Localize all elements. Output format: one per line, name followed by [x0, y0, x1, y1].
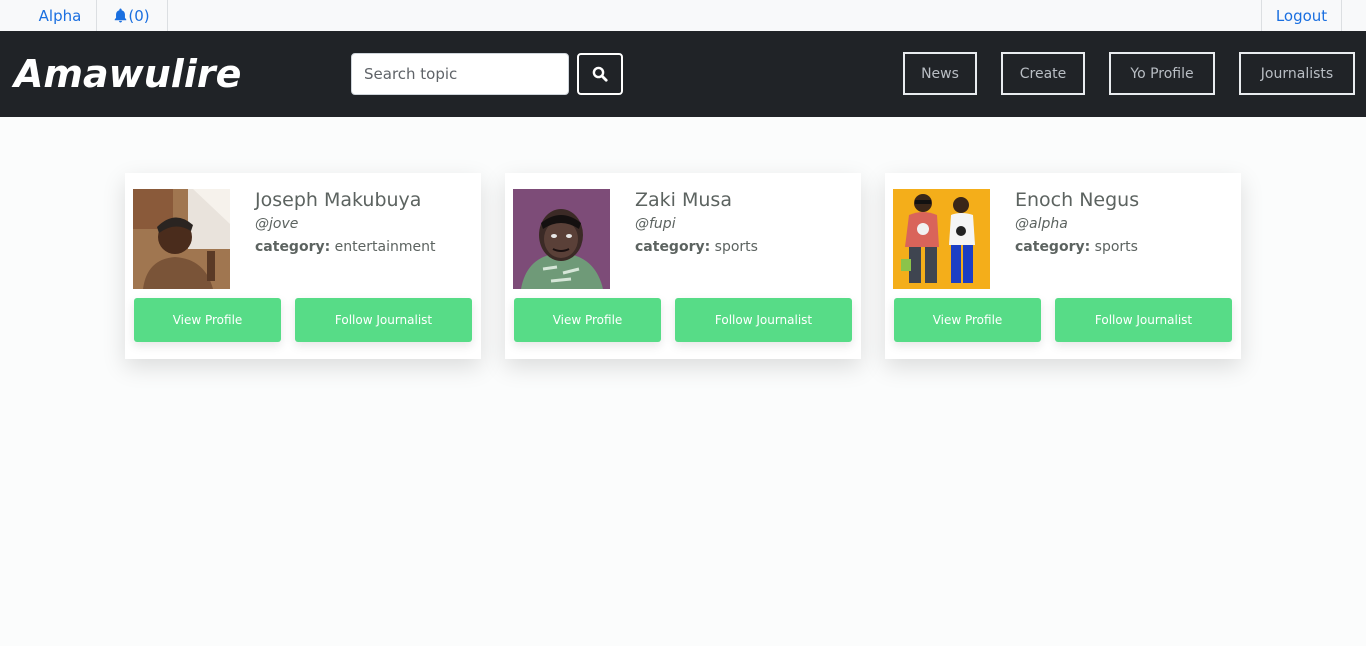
nav-create-button[interactable]: Create	[1001, 52, 1085, 95]
view-profile-button[interactable]: View Profile	[514, 298, 661, 342]
category-label: category:	[1015, 239, 1091, 255]
journalist-category: category: sports	[1015, 239, 1138, 255]
bell-icon	[115, 8, 127, 23]
journalist-name: Zaki Musa	[635, 189, 732, 211]
journalist-handle: @fupi	[635, 216, 676, 232]
follow-journalist-button[interactable]: Follow Journalist	[1055, 298, 1232, 342]
user-name: Alpha	[38, 6, 82, 25]
search-input[interactable]	[351, 53, 569, 95]
nav-news-button[interactable]: News	[903, 52, 977, 95]
journalist-name: Enoch Negus	[1015, 189, 1140, 211]
journalist-handle: @jove	[255, 216, 299, 232]
journalist-avatar	[513, 189, 610, 289]
journalist-card: Enoch Negus @alpha category: sports View…	[885, 173, 1241, 359]
journalist-handle: @alpha	[1015, 216, 1068, 232]
category-value: sports	[714, 239, 758, 255]
logout-link[interactable]: Logout	[1261, 0, 1342, 31]
view-profile-button[interactable]: View Profile	[134, 298, 281, 342]
nav-profile-button[interactable]: Yo Profile	[1109, 52, 1215, 95]
logout-label: Logout	[1275, 6, 1328, 25]
view-profile-button[interactable]: View Profile	[894, 298, 1041, 342]
journalist-avatar	[893, 189, 990, 289]
nav-journalists-button[interactable]: Journalists	[1239, 52, 1355, 95]
brand-logo[interactable]: Amawulire	[14, 51, 241, 97]
journalist-category: category: entertainment	[255, 239, 435, 255]
journalist-avatar	[133, 189, 230, 289]
category-label: category:	[255, 239, 331, 255]
notifications-link[interactable]: (0)	[97, 0, 168, 31]
category-label: category:	[635, 239, 711, 255]
category-value: sports	[1094, 239, 1138, 255]
journalist-card: Zaki Musa @fupi category: sports View Pr…	[505, 173, 861, 359]
follow-journalist-button[interactable]: Follow Journalist	[675, 298, 852, 342]
main-navbar: Amawulire News Create Yo Profile Journal…	[0, 31, 1366, 117]
follow-journalist-button[interactable]: Follow Journalist	[295, 298, 472, 342]
top-utility-bar: Alpha (0) Logout	[0, 0, 1366, 31]
search-icon	[592, 66, 608, 82]
journalist-card: Joseph Makubuya @jove category: entertai…	[125, 173, 481, 359]
category-value: entertainment	[334, 239, 436, 255]
journalist-name: Joseph Makubuya	[255, 189, 422, 211]
notification-count: (0)	[128, 6, 150, 25]
user-link[interactable]: Alpha	[24, 0, 97, 31]
search-button[interactable]	[577, 53, 623, 95]
journalist-category: category: sports	[635, 239, 758, 255]
